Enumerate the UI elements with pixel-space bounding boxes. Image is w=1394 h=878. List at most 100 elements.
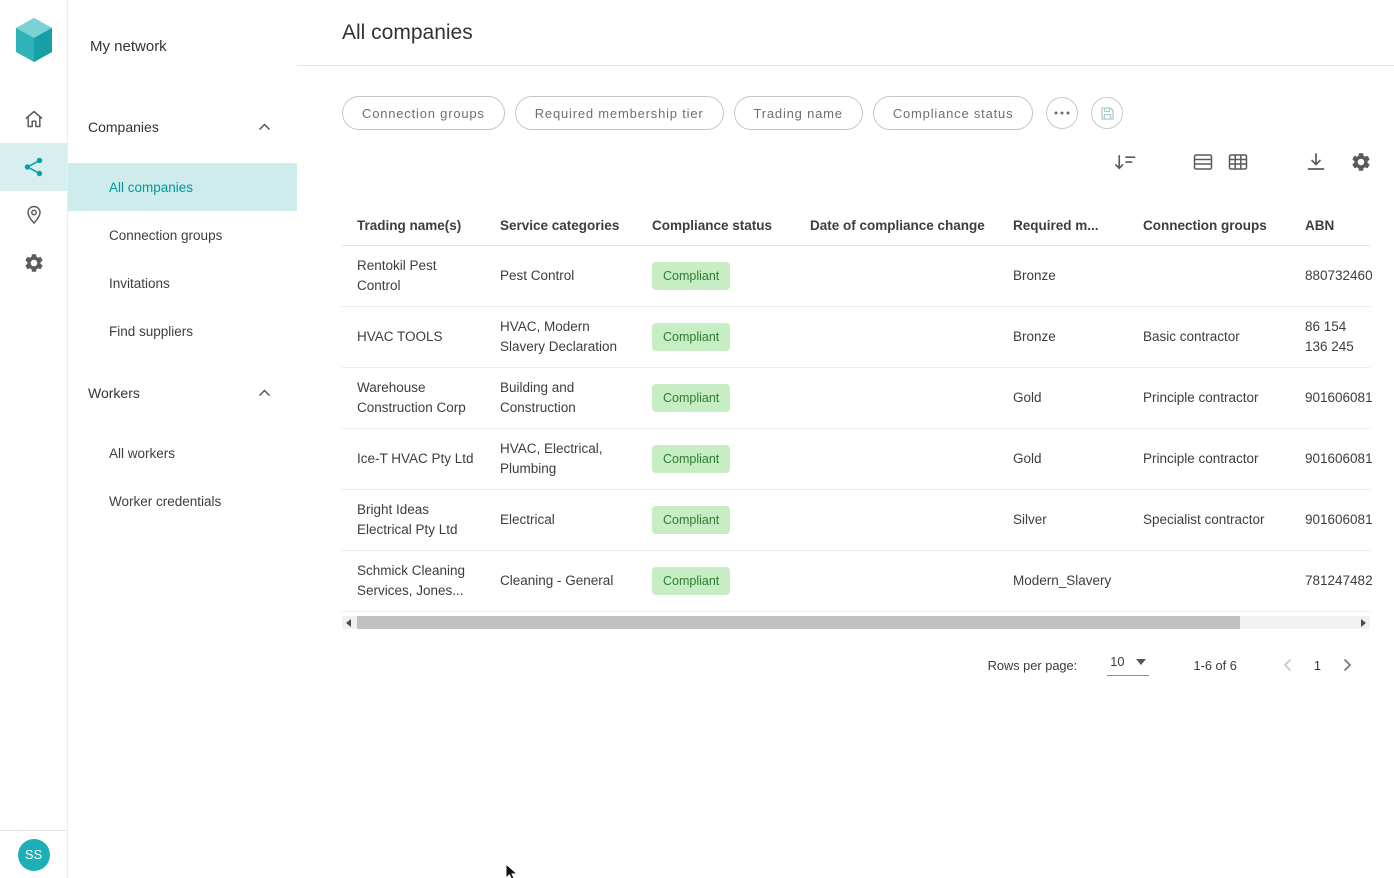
chevron-up-icon [258, 389, 271, 397]
user-avatar[interactable]: SS [18, 839, 50, 871]
save-filter-button[interactable] [1091, 97, 1123, 129]
scroll-left-button[interactable] [342, 616, 355, 629]
cell-abn: 901606081 [1290, 388, 1370, 408]
sidebar-item-invitations[interactable]: Invitations [68, 259, 297, 307]
scroll-right-icon [1361, 619, 1366, 627]
sidebar-item-find-suppliers[interactable]: Find suppliers [68, 307, 297, 355]
cell-trading-name: Bright Ideas Electrical Pty Ltd [342, 500, 485, 540]
item-label: All workers [109, 446, 175, 461]
column-header-trading-name[interactable]: Trading name(s) [342, 216, 485, 236]
sidebar-item-all-companies[interactable]: All companies [68, 163, 297, 211]
rows-per-page-label: Rows per page: [988, 658, 1078, 673]
scrollbar-thumb[interactable] [357, 616, 1240, 629]
companies-table: Trading name(s) Service categories Compl… [342, 206, 1370, 612]
sidebar-item-worker-credentials[interactable]: Worker credentials [68, 477, 297, 525]
table-view-button[interactable] [1191, 150, 1215, 174]
table-row[interactable]: Rentokil Pest Control Pest Control Compl… [342, 246, 1370, 307]
cell-abn: 86 154 136 245 [1290, 317, 1370, 357]
section-label: Companies [88, 119, 159, 135]
next-page-button[interactable] [1343, 658, 1352, 672]
sidebar-item-all-workers[interactable]: All workers [68, 429, 297, 477]
page-content: Connection groups Required membership ti… [297, 66, 1394, 681]
table-row[interactable]: Schmick Cleaning Services, Jones... Clea… [342, 551, 1370, 612]
nav-locations[interactable] [0, 191, 67, 239]
more-filters-button[interactable] [1046, 97, 1078, 129]
cell-trading-name: Ice-T HVAC Pty Ltd [342, 449, 485, 469]
item-label: Find suppliers [109, 324, 193, 339]
app-logo[interactable] [15, 16, 53, 64]
save-filter-icon [1098, 104, 1117, 123]
nav-home[interactable] [0, 95, 67, 143]
column-header-abn[interactable]: ABN [1290, 216, 1370, 236]
nav-network[interactable] [0, 143, 67, 191]
filter-chip-required-membership-tier[interactable]: Required membership tier [515, 96, 724, 130]
cell-compliance-status: Compliant [637, 323, 795, 351]
scroll-left-icon [346, 619, 351, 627]
scroll-right-button[interactable] [1357, 616, 1370, 629]
table-settings-button[interactable] [1350, 151, 1372, 173]
compliance-badge: Compliant [652, 323, 730, 351]
column-header-date-of-compliance-change[interactable]: Date of compliance change [795, 216, 998, 236]
page-number[interactable]: 1 [1314, 658, 1321, 673]
table-row[interactable]: HVAC TOOLS HVAC, Modern Slavery Declarat… [342, 307, 1370, 368]
cell-compliance-status: Compliant [637, 567, 795, 595]
compliance-badge: Compliant [652, 506, 730, 534]
filter-chip-connection-groups[interactable]: Connection groups [342, 96, 505, 130]
cell-required-tier: Bronze [998, 327, 1128, 347]
table-row[interactable]: Warehouse Construction Corp Building and… [342, 368, 1370, 429]
table-view-icon [1191, 150, 1215, 174]
compliance-badge: Compliant [652, 384, 730, 412]
rail-nav [0, 95, 67, 287]
sidebar-item-connection-groups[interactable]: Connection groups [68, 211, 297, 259]
cell-required-tier: Modern_Slavery [998, 571, 1128, 591]
filter-chip-trading-name[interactable]: Trading name [734, 96, 863, 130]
cell-compliance-status: Compliant [637, 506, 795, 534]
chevron-right-icon [1343, 658, 1352, 672]
cell-connection-groups: Specialist contractor [1128, 510, 1290, 530]
sort-button[interactable] [1111, 151, 1139, 174]
section-header-workers[interactable]: Workers [68, 383, 297, 403]
logo-cube-icon [15, 17, 53, 63]
column-header-connection-groups[interactable]: Connection groups [1128, 216, 1290, 236]
cell-abn: 880732460 [1290, 266, 1370, 286]
rows-per-page-select[interactable]: 10 [1107, 654, 1149, 676]
sidebar-title: My network [90, 38, 297, 55]
previous-page-button[interactable] [1283, 658, 1292, 672]
settings-gear-icon [23, 252, 45, 274]
column-header-service-categories[interactable]: Service categories [485, 216, 637, 236]
compliance-badge: Compliant [652, 567, 730, 595]
item-label: Connection groups [109, 228, 222, 243]
caret-down-icon [1136, 659, 1146, 665]
filter-chip-compliance-status[interactable]: Compliance status [873, 96, 1034, 130]
download-button[interactable] [1304, 150, 1328, 174]
table-row[interactable]: Ice-T HVAC Pty Ltd HVAC, Electrical, Plu… [342, 429, 1370, 490]
table-row[interactable]: Bright Ideas Electrical Pty Ltd Electric… [342, 490, 1370, 551]
item-label: Invitations [109, 276, 170, 291]
section-header-companies[interactable]: Companies [68, 117, 297, 137]
download-icon [1304, 150, 1328, 174]
nav-settings[interactable] [0, 239, 67, 287]
cell-compliance-status: Compliant [637, 262, 795, 290]
table-header-row: Trading name(s) Service categories Compl… [342, 206, 1370, 246]
chevron-up-icon [258, 123, 271, 131]
table-settings-icon [1350, 151, 1372, 173]
cell-compliance-status: Compliant [637, 384, 795, 412]
column-header-required-membership-tier[interactable]: Required m... [998, 216, 1128, 236]
table-toolbar [342, 150, 1372, 174]
cell-service-categories: Building and Construction [485, 378, 637, 418]
item-label: All companies [109, 180, 193, 195]
item-label: Worker credentials [109, 494, 221, 509]
home-icon [22, 107, 46, 131]
filter-bar: Connection groups Required membership ti… [342, 96, 1372, 130]
cell-compliance-status: Compliant [637, 445, 795, 473]
cell-connection-groups: Principle contractor [1128, 388, 1290, 408]
cell-required-tier: Bronze [998, 266, 1128, 286]
location-pin-icon [22, 203, 46, 227]
horizontal-scrollbar[interactable] [342, 616, 1370, 629]
column-header-compliance-status[interactable]: Compliance status [637, 216, 795, 236]
rail-footer: SS [0, 830, 67, 878]
cell-trading-name: HVAC TOOLS [342, 327, 485, 347]
network-icon [22, 155, 46, 179]
compliance-badge: Compliant [652, 262, 730, 290]
card-view-button[interactable] [1226, 150, 1250, 174]
